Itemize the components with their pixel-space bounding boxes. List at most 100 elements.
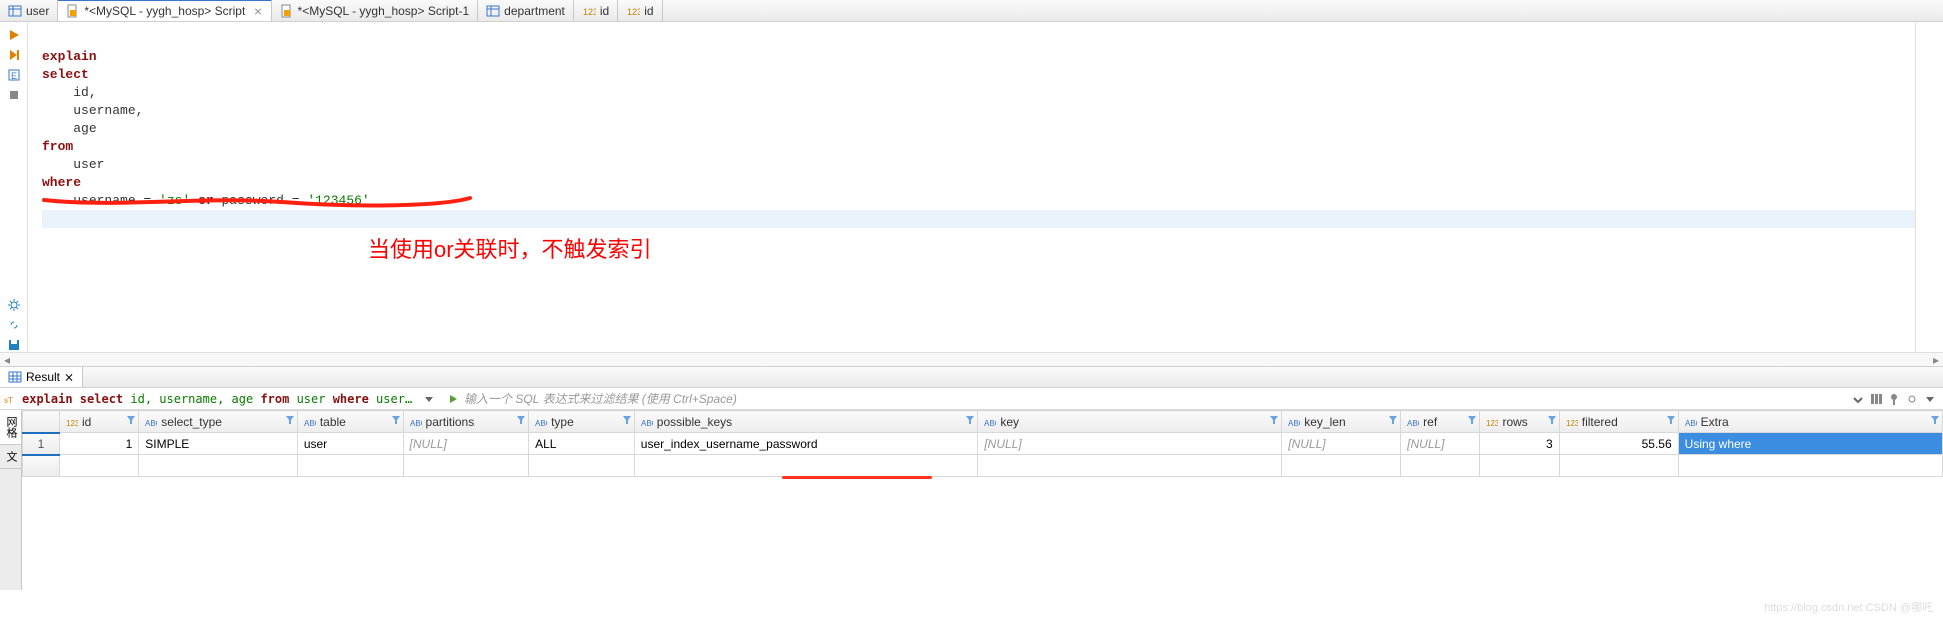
tab-label: user xyxy=(26,4,49,18)
funnel-icon[interactable] xyxy=(965,414,975,428)
column-header-type[interactable]: ABCtype xyxy=(529,411,635,433)
funnel-icon[interactable] xyxy=(622,414,632,428)
cell-ref[interactable]: [NULL] xyxy=(1401,433,1480,455)
cell-extra[interactable]: Using where xyxy=(1678,433,1942,455)
dropdown-icon[interactable] xyxy=(422,392,436,406)
svg-text:ABC: ABC xyxy=(410,419,422,428)
chevron-down-icon[interactable] xyxy=(1923,392,1937,406)
svg-text:ABC: ABC xyxy=(1288,419,1300,428)
tab-department[interactable]: department xyxy=(478,0,574,21)
funnel-icon[interactable] xyxy=(516,414,526,428)
grid-view-tab[interactable]: 网格 xyxy=(0,410,21,445)
text-view-tab[interactable]: 文 xyxy=(0,445,21,469)
tab-script-2[interactable]: *<MySQL - yygh_hosp> Script-1 xyxy=(272,0,479,21)
cell-possible-keys[interactable]: user_index_username_password xyxy=(634,433,978,455)
column-header-filtered[interactable]: 123filtered xyxy=(1559,411,1678,433)
cell-partitions[interactable]: [NULL] xyxy=(403,433,529,455)
column-header-ref[interactable]: ABCref xyxy=(1401,411,1480,433)
funnel-icon[interactable] xyxy=(1269,414,1279,428)
pin-icon[interactable] xyxy=(1887,392,1901,406)
run-icon[interactable] xyxy=(7,28,21,42)
settings-icon[interactable] xyxy=(1905,392,1919,406)
svg-text:ABC: ABC xyxy=(535,419,547,428)
explain-icon[interactable]: E xyxy=(7,68,21,82)
cell-key[interactable]: [NULL] xyxy=(978,433,1282,455)
sql-keyword: from xyxy=(42,139,73,154)
cell-key-len[interactable]: [NULL] xyxy=(1282,433,1401,455)
sql-ident: user xyxy=(73,157,104,172)
sql-ident: id, xyxy=(73,85,96,100)
funnel-icon[interactable] xyxy=(391,414,401,428)
close-icon[interactable]: ⨯ xyxy=(64,370,74,384)
svg-text:123: 123 xyxy=(1486,419,1498,428)
column-header-rows[interactable]: 123rows xyxy=(1480,411,1559,433)
svg-text:ABC: ABC xyxy=(304,419,316,428)
grid-view-tabs: 网格 文 xyxy=(0,410,22,590)
column-header-key[interactable]: ABCkey xyxy=(978,411,1282,433)
sql-keyword: explain xyxy=(42,49,97,64)
table-row[interactable]: 1 1 SIMPLE user [NULL] ALL user_index_us… xyxy=(23,433,1943,455)
numeric-column-icon: 123 xyxy=(626,4,640,18)
tab-label: department xyxy=(504,4,565,18)
tab-script-1[interactable]: *<MySQL - yygh_hosp> Script ⨯ xyxy=(58,0,271,21)
result-filter-bar: sT explain select id, username, age from… xyxy=(0,388,1943,410)
scroll-left-icon[interactable]: ◂ xyxy=(0,353,14,367)
funnel-icon[interactable] xyxy=(1467,414,1477,428)
column-header-select-type[interactable]: ABCselect_type xyxy=(139,411,298,433)
run-step-icon[interactable] xyxy=(7,48,21,62)
tab-id-1[interactable]: 123 id xyxy=(574,0,618,21)
link-icon[interactable] xyxy=(7,318,21,332)
result-grid[interactable]: 123id ABCselect_type ABCtable ABCpartiti… xyxy=(22,410,1943,590)
svg-text:123: 123 xyxy=(583,7,596,17)
column-header-extra[interactable]: ABCExtra xyxy=(1678,411,1942,433)
svg-text:ABC: ABC xyxy=(641,419,653,428)
sql-file-icon xyxy=(280,4,294,18)
funnel-icon[interactable] xyxy=(1547,414,1557,428)
column-header-key-len[interactable]: ABCkey_len xyxy=(1282,411,1401,433)
cell-select-type[interactable]: SIMPLE xyxy=(139,433,298,455)
sql-icon: sT xyxy=(4,392,18,406)
cell-type[interactable]: ALL xyxy=(529,433,635,455)
column-header-possible-keys[interactable]: ABCpossible_keys xyxy=(634,411,978,433)
annotation-underline xyxy=(42,200,472,204)
svg-text:ABC: ABC xyxy=(1407,419,1419,428)
cell-id[interactable]: 1 xyxy=(59,433,138,455)
tab-user[interactable]: user xyxy=(0,0,58,21)
sql-editor[interactable]: explain select id, username, age from us… xyxy=(28,22,1915,352)
header-row: 123id ABCselect_type ABCtable ABCpartiti… xyxy=(23,411,1943,433)
table-icon xyxy=(8,4,22,18)
close-icon[interactable]: ⨯ xyxy=(253,5,262,18)
funnel-icon[interactable] xyxy=(1388,414,1398,428)
svg-text:ABC: ABC xyxy=(1685,419,1697,428)
row-number[interactable]: 1 xyxy=(23,433,60,455)
editor-h-scrollbar[interactable]: ◂ ▸ xyxy=(0,352,1943,366)
result-tab[interactable]: Result ⨯ xyxy=(0,367,83,387)
cell-rows[interactable]: 3 xyxy=(1480,433,1559,455)
numeric-column-icon: 123 xyxy=(582,4,596,18)
expand-icon[interactable] xyxy=(1851,392,1865,406)
column-header-id[interactable]: 123id xyxy=(59,411,138,433)
svg-text:ABC: ABC xyxy=(984,419,996,428)
funnel-icon[interactable] xyxy=(1666,414,1676,428)
funnel-icon[interactable] xyxy=(126,414,136,428)
sql-ident: age xyxy=(73,121,96,136)
stop-icon[interactable] xyxy=(7,88,21,102)
tab-id-2[interactable]: 123 id xyxy=(618,0,662,21)
filter-input[interactable]: 输入一个 SQL 表达式来过滤结果 (使用 Ctrl+Space) xyxy=(464,390,737,407)
column-header-table[interactable]: ABCtable xyxy=(297,411,403,433)
columns-icon[interactable] xyxy=(1869,392,1883,406)
funnel-icon[interactable] xyxy=(285,414,295,428)
table-icon xyxy=(486,4,500,18)
filter-play-icon[interactable] xyxy=(446,392,460,406)
column-header-partitions[interactable]: ABCpartitions xyxy=(403,411,529,433)
scroll-right-icon[interactable]: ▸ xyxy=(1929,353,1943,367)
result-tab-label: Result xyxy=(26,370,60,384)
settings-icon[interactable] xyxy=(7,298,21,312)
funnel-icon[interactable] xyxy=(1930,414,1940,428)
cell-filtered[interactable]: 55.56 xyxy=(1559,433,1678,455)
svg-text:123: 123 xyxy=(627,7,640,17)
executed-sql-display: sT explain select id, username, age from… xyxy=(0,392,440,406)
cell-table[interactable]: user xyxy=(297,433,403,455)
save-icon[interactable] xyxy=(7,338,21,352)
row-number-header[interactable] xyxy=(23,411,60,433)
